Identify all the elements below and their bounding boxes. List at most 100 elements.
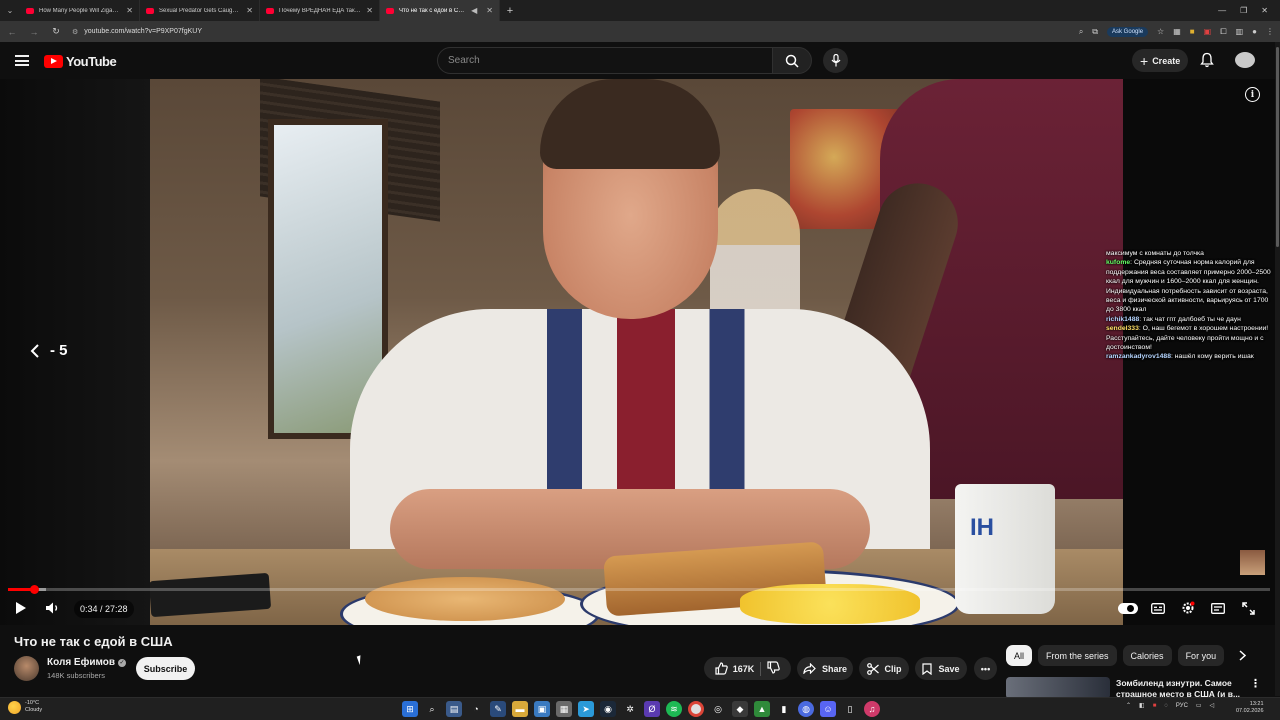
back-icon[interactable]: ← — [6, 27, 18, 37]
fullscreen-button[interactable] — [1240, 597, 1256, 619]
browser-tab-1[interactable]: How Many People Will Zigant Survive? ✕ — [20, 0, 140, 21]
recommended-video[interactable]: Зомбиленд изнутри. Самое страшное место … — [1006, 677, 1276, 697]
channel-avatar[interactable] — [14, 656, 39, 681]
windows-start-icon[interactable]: ⊞ — [402, 701, 418, 717]
dislike-button[interactable] — [767, 661, 781, 676]
tab-search-icon[interactable]: ⌄ — [0, 0, 20, 21]
reload-icon[interactable]: ↻ — [50, 26, 62, 37]
network-icon[interactable]: ▭ — [1196, 702, 1202, 709]
video-frame[interactable]: IH — [150, 79, 1123, 625]
create-button[interactable]: + Create — [1132, 49, 1189, 72]
chips-next-button[interactable] — [1232, 645, 1253, 666]
gallery-icon[interactable]: ▤ — [446, 701, 462, 717]
youtube-logo[interactable]: YouTube — [44, 54, 117, 69]
more-vertical-icon[interactable]: ⋮ — [1250, 677, 1261, 690]
close-tab-icon[interactable]: ✕ — [246, 6, 253, 15]
save-button[interactable]: Save — [915, 657, 967, 680]
music-icon[interactable]: ♫ — [864, 701, 880, 717]
telegram-icon[interactable]: ➤ — [578, 701, 594, 717]
tray-app-icon[interactable]: ◌ — [1164, 703, 1168, 709]
extension-icon[interactable]: ■ — [1190, 27, 1195, 36]
calendar-icon[interactable]: ▦ — [556, 701, 572, 717]
channel-name[interactable]: Коля Ефимов — [47, 657, 115, 668]
url-field[interactable]: ⚙ youtube.com/watch?v=P9XP07fgKUY — [72, 28, 202, 36]
play-button[interactable] — [12, 597, 28, 619]
progress-bar[interactable] — [8, 585, 1270, 594]
minimize-icon[interactable]: — — [1218, 6, 1226, 15]
settings-button[interactable] — [1180, 597, 1196, 619]
app-icon[interactable]: ▲ — [754, 701, 770, 717]
ask-google-button[interactable]: Ask Google — [1107, 26, 1149, 37]
profile-icon[interactable]: ● — [1252, 27, 1257, 36]
search-button[interactable] — [772, 47, 812, 74]
install-icon[interactable]: ⧉ — [1092, 27, 1098, 37]
app-icon[interactable]: ◆ — [732, 701, 748, 717]
extension-icon[interactable]: ▦ — [1173, 27, 1181, 36]
app-icon[interactable]: Ø — [644, 701, 660, 717]
miniplayer-button[interactable] — [1210, 597, 1226, 619]
autoplay-toggle[interactable] — [1118, 597, 1138, 619]
recommended-thumbnail[interactable] — [1006, 677, 1110, 697]
browser-tab-3[interactable]: Почему ВРЕДНАЯ ЕДА такая В... ✕ — [260, 0, 380, 21]
chip-for-you[interactable]: For you — [1177, 645, 1225, 666]
close-tab-icon[interactable]: ✕ — [486, 6, 493, 15]
share-button[interactable]: Share — [797, 657, 853, 680]
like-button[interactable]: 167K — [715, 662, 754, 675]
close-tab-icon[interactable]: ✕ — [366, 6, 373, 15]
info-icon[interactable]: i — [1245, 87, 1260, 102]
account-avatar[interactable] — [1235, 52, 1255, 68]
tray-app-icon[interactable]: ■ — [1153, 703, 1157, 709]
close-window-icon[interactable]: ✕ — [1261, 6, 1268, 15]
maximize-icon[interactable]: ❐ — [1240, 6, 1247, 15]
extension-icon[interactable]: ▣ — [1204, 27, 1212, 36]
search-input[interactable] — [448, 55, 772, 66]
tray-app-icon[interactable]: ◧ — [1139, 702, 1145, 709]
chrome-icon[interactable] — [688, 701, 704, 717]
close-tab-icon[interactable]: ✕ — [126, 6, 133, 15]
chip-from-the-series[interactable]: From the series — [1038, 645, 1117, 666]
subtitles-button[interactable] — [1150, 597, 1166, 619]
app-icon[interactable]: ▯ — [842, 701, 858, 717]
app-icon[interactable]: ▣ — [534, 701, 550, 717]
discord-icon[interactable]: ☺ — [820, 701, 836, 717]
file-explorer-icon[interactable]: ▬ — [512, 701, 528, 717]
extensions-puzzle-icon[interactable]: ⧠ — [1220, 27, 1226, 37]
subscribe-button[interactable]: Subscribe — [136, 657, 195, 680]
speaker-icon[interactable]: ◀ — [471, 6, 477, 15]
browser-tab-2[interactable]: Sexual Predator Gets Caught in... ✕ — [140, 0, 260, 21]
video-player[interactable]: IH i - 5 максимум с комнаты до толчка kuf… — [0, 79, 1275, 625]
browser-menu-icon[interactable]: ⋮ — [1266, 27, 1274, 36]
scrubber-handle[interactable] — [29, 585, 39, 594]
chevron-up-icon[interactable]: ⌃ — [1126, 702, 1131, 709]
site-info-icon[interactable]: ⚙ — [72, 28, 78, 36]
app-icon[interactable]: ✎ — [490, 701, 506, 717]
channel-name-row[interactable]: Коля Ефимов ✓ — [47, 657, 127, 668]
voice-search-button[interactable] — [823, 48, 848, 73]
forward-icon[interactable]: → — [28, 27, 40, 37]
chip-all[interactable]: All — [1006, 645, 1033, 666]
scrollbar-thumb[interactable] — [1276, 47, 1279, 247]
app-icon[interactable]: ▮ — [776, 701, 792, 717]
search-icon[interactable]: ⌕ — [424, 701, 440, 717]
taskbar-clock[interactable]: 13:21 07.02.2026 — [1236, 701, 1264, 715]
split-view-icon[interactable]: ▥ — [1236, 27, 1244, 36]
page-scrollbar[interactable] — [1275, 42, 1280, 696]
notifications-button[interactable] — [1200, 52, 1214, 73]
app-icon[interactable]: ◎ — [710, 701, 726, 717]
spotify-icon[interactable]: ≋ — [666, 701, 682, 717]
clip-button[interactable]: Clip — [859, 657, 909, 680]
bookmark-star-icon[interactable]: ☆ — [1157, 27, 1164, 36]
new-tab-button[interactable]: + — [500, 5, 520, 17]
menu-icon[interactable] — [15, 55, 29, 66]
steam-icon[interactable]: ◉ — [600, 701, 616, 717]
mute-button[interactable] — [44, 597, 62, 619]
volume-icon[interactable]: ◁ — [1210, 702, 1215, 709]
zoom-search-icon[interactable]: ⌕ — [1079, 27, 1083, 37]
more-actions-button[interactable]: ••• — [974, 657, 997, 680]
chatgpt-icon[interactable]: ✲ — [622, 701, 638, 717]
language-indicator[interactable]: РУС — [1176, 703, 1188, 709]
app-icon[interactable]: ◍ — [798, 701, 814, 717]
weather-widget[interactable]: -10°C Cloudy — [8, 700, 42, 714]
recommended-title[interactable]: Зомбиленд изнутри. Самое страшное место … — [1116, 678, 1244, 697]
copilot-icon[interactable]: ◔ — [468, 701, 484, 717]
